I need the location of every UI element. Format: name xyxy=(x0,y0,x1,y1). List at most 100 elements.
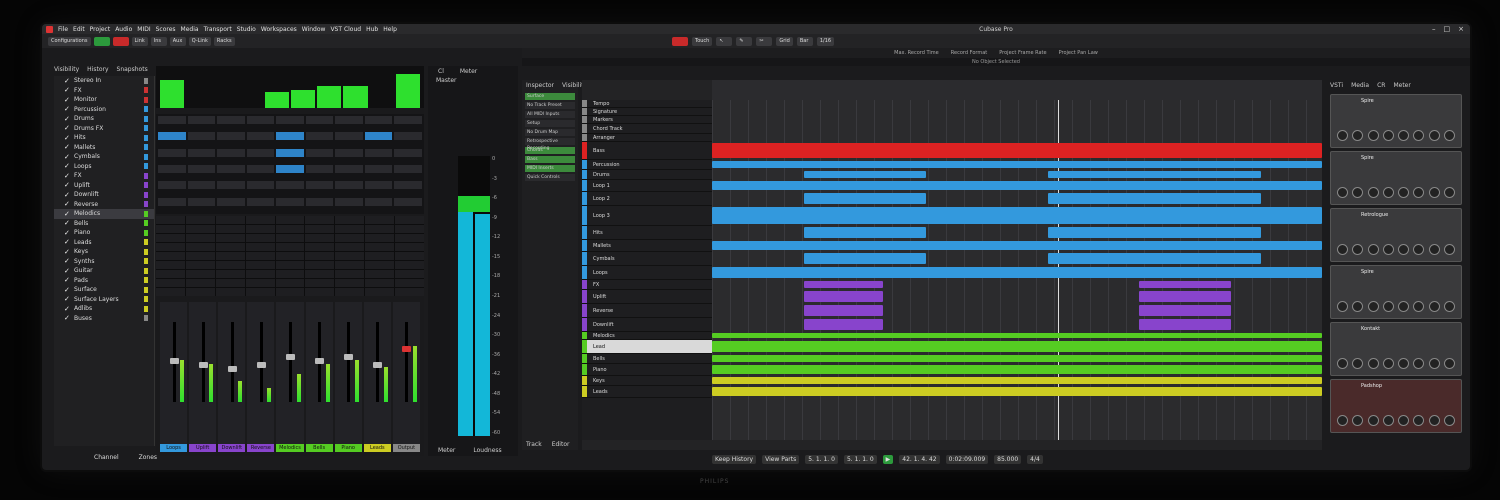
knob-icon[interactable] xyxy=(1337,244,1348,255)
event-part[interactable] xyxy=(1047,253,1261,264)
routing-slot[interactable] xyxy=(187,132,216,141)
close-icon[interactable]: × xyxy=(1458,25,1464,33)
knob-icon[interactable] xyxy=(1413,244,1425,255)
visibility-item[interactable]: ✓ Bells xyxy=(54,219,154,229)
routing-slot[interactable] xyxy=(394,116,422,124)
track-header[interactable]: Bass xyxy=(582,142,712,160)
visibility-item[interactable]: ✓ Piano xyxy=(54,228,154,238)
event-part[interactable] xyxy=(712,341,1322,352)
insert-slot[interactable] xyxy=(335,288,365,296)
routing-slot[interactable] xyxy=(187,197,216,206)
menu-workspaces[interactable]: Workspaces xyxy=(261,26,297,33)
insert-slot[interactable] xyxy=(245,252,275,260)
knob-icon[interactable] xyxy=(1352,301,1364,312)
knob-icon[interactable] xyxy=(1428,244,1440,255)
fader-cap[interactable] xyxy=(344,354,354,360)
checkmark-icon[interactable]: ✓ xyxy=(64,162,71,170)
routing-slot[interactable] xyxy=(217,148,245,157)
knob-icon[interactable] xyxy=(1413,415,1425,426)
insert-slot[interactable] xyxy=(365,243,395,251)
tab-history[interactable]: History xyxy=(87,66,108,76)
visibility-item[interactable]: ✓ Loops xyxy=(54,162,154,172)
checkmark-icon[interactable]: ✓ xyxy=(64,143,71,151)
track-header[interactable]: Loop 3 xyxy=(582,206,712,226)
checkmark-icon[interactable]: ✓ xyxy=(64,105,71,113)
fader-cap[interactable] xyxy=(256,362,266,368)
channel-name[interactable]: Piano xyxy=(334,444,362,452)
knob-icon[interactable] xyxy=(1352,358,1364,369)
fader-cap[interactable] xyxy=(373,362,383,368)
insert-slot[interactable] xyxy=(185,216,215,224)
track-header[interactable]: Drums xyxy=(582,170,712,180)
knob-icon[interactable] xyxy=(1428,187,1440,198)
channel-name[interactable]: Bells xyxy=(305,444,333,452)
channel-name[interactable]: Reverse xyxy=(247,444,275,452)
routing-slot[interactable] xyxy=(276,164,304,173)
insert-slot[interactable] xyxy=(156,243,185,251)
insert-slot[interactable] xyxy=(245,279,275,287)
grid-type-select[interactable]: Bar xyxy=(796,36,813,46)
checkmark-icon[interactable]: ✓ xyxy=(64,286,71,294)
insert-slot[interactable] xyxy=(365,234,395,242)
visibility-item[interactable]: ✓ Pads xyxy=(54,276,154,286)
snap-type-select[interactable]: Grid xyxy=(776,36,793,46)
track-header[interactable]: Leads xyxy=(582,386,712,398)
knob-icon[interactable] xyxy=(1367,130,1379,141)
routing-slot[interactable] xyxy=(305,148,334,157)
record-button[interactable] xyxy=(672,36,688,46)
tab-channel[interactable]: Channel xyxy=(94,454,119,461)
visibility-item[interactable]: ✓ Monitor xyxy=(54,95,154,105)
configurations-button[interactable]: Configurations xyxy=(48,36,91,46)
insert-slot[interactable] xyxy=(215,279,245,287)
fader-cap[interactable] xyxy=(402,346,412,352)
aux-button[interactable]: Aux xyxy=(169,36,186,46)
automation-mode-select[interactable]: Touch xyxy=(692,36,713,46)
status-record-format[interactable]: Record Format xyxy=(951,50,987,56)
checkmark-icon[interactable]: ✓ xyxy=(64,295,71,303)
pencil-tool-icon[interactable]: ✎ xyxy=(736,36,753,46)
event-part[interactable] xyxy=(1139,281,1231,288)
maximize-icon[interactable]: □ xyxy=(1444,25,1451,33)
insert-slot[interactable] xyxy=(305,270,335,278)
channel-name[interactable]: Leads xyxy=(363,444,391,452)
inspector-item[interactable]: No Drum Map xyxy=(525,129,575,136)
event-part[interactable] xyxy=(712,241,1322,250)
instrument-plugin[interactable]: Kontakt xyxy=(1330,322,1462,376)
routing-slot[interactable] xyxy=(394,148,422,157)
instrument-plugin[interactable]: Spire xyxy=(1330,265,1462,319)
insert-slot[interactable] xyxy=(275,252,305,260)
routing-slot[interactable] xyxy=(276,148,304,157)
insert-slot[interactable] xyxy=(215,270,245,278)
checkmark-icon[interactable]: ✓ xyxy=(64,153,71,161)
routing-slot[interactable] xyxy=(246,164,275,173)
instrument-plugin[interactable]: Spire xyxy=(1330,151,1462,205)
routing-slot[interactable] xyxy=(335,164,363,173)
inspector-item[interactable]: All MIDI Inputs xyxy=(525,111,575,118)
insert-slot[interactable] xyxy=(156,252,185,260)
track-header[interactable]: Tempo xyxy=(582,100,712,108)
knob-icon[interactable] xyxy=(1382,130,1394,141)
routing-slot[interactable] xyxy=(305,116,334,124)
track-header[interactable]: Piano xyxy=(582,364,712,376)
tab-loudness[interactable]: Loudness xyxy=(473,447,501,454)
knob-icon[interactable] xyxy=(1443,358,1455,369)
tab-meter[interactable]: Meter xyxy=(460,68,477,75)
visibility-item[interactable]: ✓ Reverse xyxy=(54,200,154,210)
view-parts-select[interactable]: View Parts xyxy=(762,454,800,464)
insert-slot[interactable] xyxy=(185,225,215,233)
knob-icon[interactable] xyxy=(1428,358,1440,369)
checkmark-icon[interactable]: ✓ xyxy=(64,229,71,237)
knob-icon[interactable] xyxy=(1398,301,1410,312)
routing-slot[interactable] xyxy=(246,132,275,141)
routing-slot[interactable] xyxy=(217,164,245,173)
routing-slot[interactable] xyxy=(158,148,186,157)
insert-slot[interactable] xyxy=(156,234,185,242)
knob-icon[interactable] xyxy=(1337,130,1348,141)
event-part[interactable] xyxy=(803,227,926,238)
menu-transport[interactable]: Transport xyxy=(204,26,232,33)
routing-slot[interactable] xyxy=(187,148,216,157)
insert-slot[interactable] xyxy=(305,243,335,251)
event-part[interactable] xyxy=(803,291,883,302)
routing-slot[interactable] xyxy=(394,197,422,206)
tab-rack-meter[interactable]: Meter xyxy=(1393,82,1410,89)
